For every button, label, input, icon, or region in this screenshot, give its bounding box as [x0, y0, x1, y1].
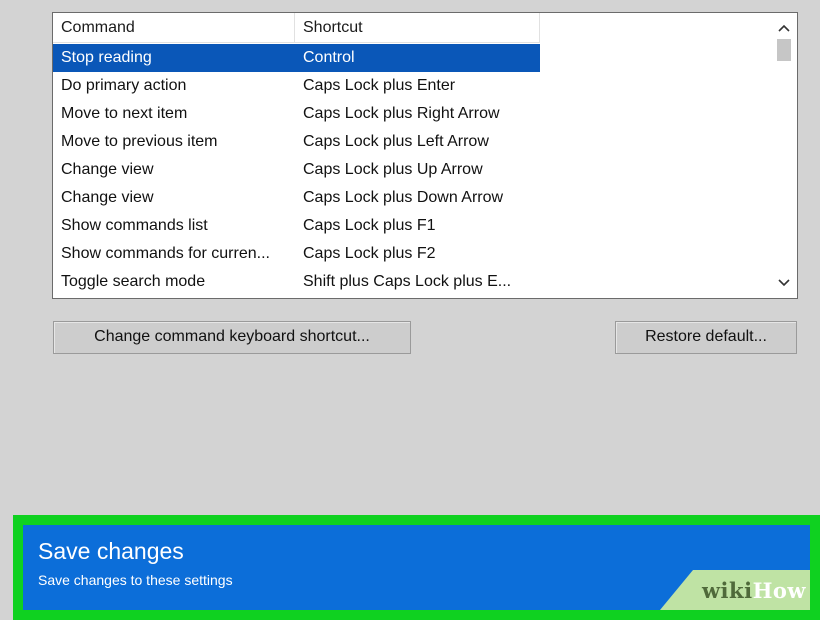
wikihow-watermark: wikiHow	[660, 570, 810, 610]
watermark-wiki: wiki	[701, 577, 753, 603]
list-row[interactable]: Change view Caps Lock plus Up Arrow	[53, 156, 540, 184]
row-command: Toggle search mode	[61, 273, 206, 290]
row-shortcut: Control	[303, 49, 355, 66]
row-shortcut: Shift plus Caps Lock plus E...	[303, 273, 512, 290]
watermark-how: How	[752, 577, 806, 603]
list-row[interactable]: Toggle search mode Shift plus Caps Lock p…	[53, 268, 540, 296]
scroll-thumb[interactable]	[777, 39, 791, 61]
column-header-shortcut[interactable]: Shortcut	[295, 13, 540, 42]
row-shortcut: Caps Lock plus Down Arrow	[303, 189, 504, 206]
change-shortcut-button[interactable]: Change command keyboard shortcut...	[53, 321, 411, 354]
row-shortcut: Caps Lock plus F1	[303, 217, 436, 234]
row-command: Show commands for curren...	[61, 245, 270, 262]
row-shortcut: Caps Lock plus Up Arrow	[303, 161, 483, 178]
list-row[interactable]: Show commands for curren... Caps Lock plu…	[53, 240, 540, 268]
row-command: Stop reading	[61, 49, 152, 66]
vertical-scrollbar[interactable]	[771, 13, 797, 298]
list-header: Command Shortcut	[53, 13, 540, 43]
save-changes-subtitle: Save changes to these settings	[38, 572, 233, 588]
list-row[interactable]: Move to next item Caps Lock plus Right Ar…	[53, 100, 540, 128]
list-row[interactable]: Do primary action Caps Lock plus Enter	[53, 72, 540, 100]
row-command: Change view	[61, 189, 154, 206]
list-row[interactable]: Stop reading Control	[53, 44, 540, 72]
row-command: Move to next item	[61, 105, 188, 122]
save-changes-title: Save changes	[38, 538, 184, 564]
scroll-down-button[interactable]	[771, 270, 797, 296]
command-list[interactable]: Command Shortcut Stop reading Control Do p…	[52, 12, 798, 299]
save-changes-button[interactable]: Save changes Save changes to these setti…	[13, 515, 820, 620]
list-row[interactable]: Move to previous item Caps Lock plus Left…	[53, 128, 540, 156]
row-command: Do primary action	[61, 77, 187, 94]
chevron-up-icon	[778, 24, 790, 32]
row-shortcut: Caps Lock plus F2	[303, 245, 436, 262]
restore-default-button[interactable]: Restore default...	[615, 321, 797, 354]
list-row[interactable]: Show commands list Caps Lock plus F1	[53, 212, 540, 240]
chevron-down-icon	[778, 279, 790, 287]
scroll-up-button[interactable]	[771, 15, 797, 41]
row-shortcut: Caps Lock plus Right Arrow	[303, 105, 500, 122]
row-shortcut: Caps Lock plus Enter	[303, 77, 456, 94]
row-command: Show commands list	[61, 217, 208, 234]
row-command: Change view	[61, 161, 154, 178]
list-rows: Stop reading Control Do primary action Caps…	[53, 44, 773, 296]
list-row[interactable]: Change view Caps Lock plus Down Arrow	[53, 184, 540, 212]
column-header-command[interactable]: Command	[53, 13, 295, 42]
row-shortcut: Caps Lock plus Left Arrow	[303, 133, 489, 150]
row-command: Move to previous item	[61, 133, 218, 150]
